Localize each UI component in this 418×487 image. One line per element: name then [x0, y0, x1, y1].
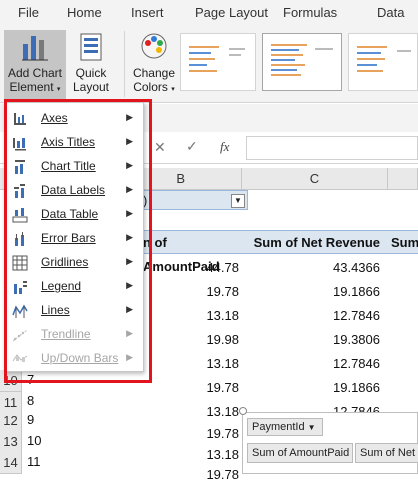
add-chart-element-label-line2: Element [9, 80, 54, 94]
ribbon-tab-bar: File Home Insert Page Layout Formulas Da… [0, 0, 418, 28]
enter-icon[interactable]: ✓ [186, 138, 198, 155]
formula-input[interactable] [246, 136, 418, 160]
chart-style-thumbnail-2[interactable] [262, 33, 342, 91]
row-label-cell[interactable]: 11 [27, 450, 41, 474]
chart-style-thumbnail-1[interactable] [180, 33, 256, 91]
field-button-label: PaymentId [252, 421, 305, 433]
ribbon: Add Chart Element ▾ Quick Layout ▾ Chang… [0, 28, 418, 107]
resize-handle[interactable] [239, 407, 247, 415]
change-colors-label-line2: Colors [133, 80, 168, 94]
filter-cell[interactable]: ) ▼ [140, 190, 248, 210]
quick-layout-label-line1: Quick [75, 66, 107, 80]
pivot-header-amountpaid[interactable]: n of AmountPaid [140, 230, 244, 274]
net-revenue-cell[interactable]: 19.3806 [244, 328, 388, 352]
pivot-header-sum-other[interactable]: Sum o [388, 230, 418, 254]
column-header-c[interactable]: C [242, 168, 388, 190]
net-revenue-cell[interactable]: 19.1866 [244, 376, 388, 400]
tab-page-layout[interactable]: Page Layout [195, 5, 268, 20]
tab-data[interactable]: Data [377, 5, 404, 20]
pivot-chart-area[interactable]: PaymentId ▼ Sum of AmountPaid Sum of Net… [239, 407, 418, 474]
field-button-sum-amountpaid[interactable]: Sum of AmountPaid [247, 443, 353, 463]
net-revenue-cell[interactable]: 12.7846 [244, 352, 388, 376]
net-revenue-cell[interactable]: 12.7846 [244, 304, 388, 328]
change-colors-label-line1: Change [132, 66, 176, 80]
tab-home[interactable]: Home [67, 5, 102, 20]
dropdown-caret-icon: ▾ [56, 86, 61, 93]
row-header-12[interactable]: 12 [0, 410, 22, 432]
row-header-14[interactable]: 14 [0, 452, 22, 474]
tab-formulas[interactable]: Formulas [283, 5, 337, 20]
net-revenue-cell[interactable]: 19.1866 [244, 280, 388, 304]
change-colors-button[interactable]: Change Colors ▾ [130, 30, 178, 100]
quick-layout-icon [80, 33, 102, 61]
amountpaid-cell[interactable]: 19.78 [140, 376, 244, 400]
amountpaid-cell[interactable]: 13.18 [140, 400, 244, 424]
add-chart-element-button[interactable]: Add Chart Element ▾ [4, 30, 66, 100]
dropdown-caret-icon: ▾ [171, 86, 175, 93]
tab-file[interactable]: File [18, 5, 39, 20]
add-chart-element-label-line1: Add Chart [7, 66, 63, 80]
amountpaid-cell[interactable]: 13.18 [140, 352, 244, 376]
row-header-13[interactable]: 13 [0, 431, 22, 453]
quick-layout-label-line2: Layout [72, 80, 110, 94]
filter-dropdown-icon[interactable]: ▼ [231, 194, 245, 208]
field-button-sum-net-revenue[interactable]: Sum of Net Re [355, 443, 418, 463]
add-chart-element-icon [22, 36, 48, 61]
field-button-paymentid[interactable]: PaymentId ▼ [247, 418, 323, 436]
quick-layout-button[interactable]: Quick Layout ▾ [70, 30, 112, 107]
color-palette-icon [141, 33, 167, 59]
pivot-header-net-revenue[interactable]: Sum of Net Revenue [244, 230, 388, 254]
tab-insert[interactable]: Insert [131, 5, 164, 20]
amountpaid-cell[interactable]: 44.78 [140, 256, 244, 280]
amountpaid-cell[interactable]: 19.98 [140, 328, 244, 352]
highlight-box [4, 99, 152, 383]
chart-style-thumbnail-3[interactable] [348, 33, 418, 91]
dropdown-caret-icon: ▼ [307, 423, 316, 432]
amountpaid-cell[interactable]: 19.78 [140, 463, 244, 487]
cancel-icon[interactable]: ✕ [154, 139, 166, 156]
ribbon-separator [124, 31, 125, 97]
amountpaid-cell[interactable]: 13.18 [140, 304, 244, 328]
net-revenue-cell[interactable]: 43.4366 [244, 256, 388, 280]
amountpaid-cell[interactable]: 19.78 [140, 280, 244, 304]
insert-function-icon[interactable]: fx [220, 139, 229, 155]
column-header-d[interactable] [388, 168, 418, 190]
